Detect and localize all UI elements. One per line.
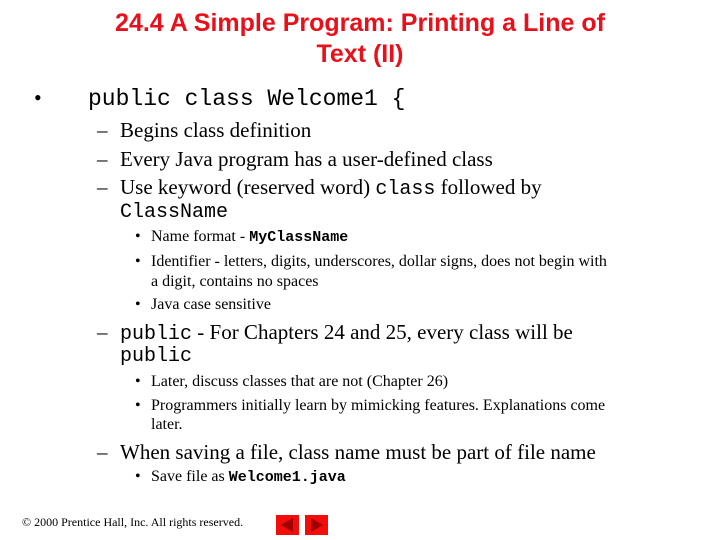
dash-marker: – — [97, 118, 108, 142]
sub-item-programmers-cont: later. — [151, 416, 183, 433]
item-begins-class: Begins class definition — [120, 118, 312, 142]
sub-item-name-format: Name format - MyClassName — [151, 228, 348, 246]
dash-marker: – — [97, 440, 108, 464]
dash-marker: – — [97, 175, 108, 199]
sub-item-identifier-cont: a digit, contains no spaces — [151, 273, 319, 290]
item-text: Name format - — [151, 228, 250, 245]
previous-slide-button[interactable] — [276, 515, 299, 535]
item-text: followed by — [435, 175, 542, 199]
keyword-class-code: class — [375, 178, 436, 201]
slide-title-line2: Text (II) — [316, 40, 404, 68]
slide-title: 24.4 A Simple Program: Printing a Line o… — [40, 8, 680, 70]
bullet-marker: • — [135, 253, 141, 270]
item-text: Save file as — [151, 468, 229, 485]
item-every-java-program: Every Java program has a user-defined cl… — [120, 147, 493, 171]
bullet-marker: • — [135, 228, 141, 245]
bullet-marker: • — [34, 85, 42, 110]
bullet-marker: • — [135, 296, 141, 313]
sub-item-programmers: Programmers initially learn by mimicking… — [151, 397, 606, 414]
item-text: - For Chapters 24 and 25, every class wi… — [192, 320, 573, 344]
next-slide-button[interactable] — [305, 515, 328, 535]
sub-item-case-sensitive: Java case sensitive — [151, 296, 271, 313]
filename-code: Welcome1.java — [228, 469, 346, 486]
sub-item-later-discuss: Later, discuss classes that are not (Cha… — [151, 373, 449, 390]
copyright-icon: © — [22, 515, 32, 529]
bullet-marker: • — [135, 397, 141, 414]
arrow-left-icon — [281, 518, 293, 532]
slide-title-line1: 24.4 A Simple Program: Printing a Line o… — [115, 9, 605, 37]
dash-marker: – — [97, 147, 108, 171]
copyright-text: 2000 Prentice Hall, Inc. All rights rese… — [31, 515, 244, 529]
item-use-keyword: Use keyword (reserved word) class follow… — [120, 175, 542, 201]
classname-code: ClassName — [120, 201, 229, 224]
sub-item-identifier: Identifier - letters, digits, underscore… — [151, 253, 607, 270]
class-declaration-code: public class Welcome1 { — [88, 86, 406, 112]
item-text: Use keyword (reserved word) — [120, 175, 376, 199]
public-code: public — [120, 323, 193, 346]
myclassname-code: MyClassName — [249, 229, 349, 246]
item-public: public - For Chapters 24 and 25, every c… — [120, 320, 573, 346]
arrow-right-icon — [311, 518, 323, 532]
bullet-marker: • — [135, 373, 141, 390]
copyright-footer: © 2000 Prentice Hall, Inc. All rights re… — [22, 515, 243, 530]
public-code-cont: public — [120, 345, 193, 368]
dash-marker: – — [97, 320, 108, 344]
item-saving-file: When saving a file, class name must be p… — [120, 440, 596, 464]
bullet-marker: • — [135, 468, 141, 485]
sub-item-save-file: Save file as Welcome1.java — [151, 468, 346, 486]
